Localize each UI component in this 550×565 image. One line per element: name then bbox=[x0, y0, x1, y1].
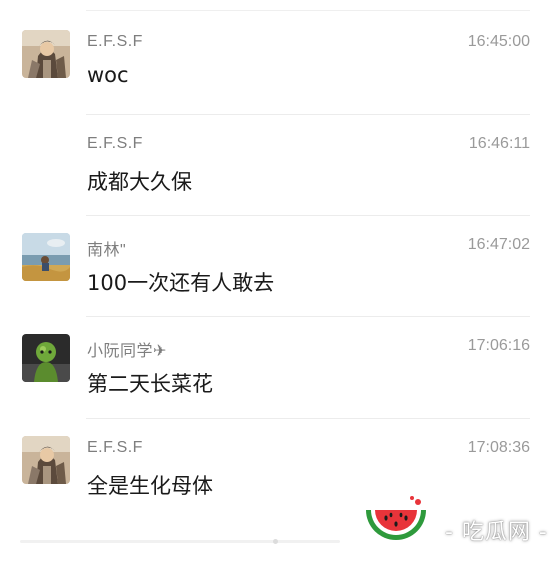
sender-name: E.F.S.F bbox=[87, 33, 143, 50]
green-figure-avatar-icon bbox=[22, 334, 70, 382]
watermark-text: - 吃瓜网 - bbox=[445, 520, 548, 545]
sender-avatar[interactable] bbox=[22, 30, 70, 78]
message-text[interactable]: 第二天长菜花 bbox=[87, 368, 213, 398]
message-text[interactable]: woc bbox=[87, 63, 129, 87]
row-divider bbox=[86, 215, 530, 216]
message-time: 16:45:00 bbox=[467, 33, 530, 50]
sender-avatar[interactable] bbox=[22, 233, 70, 281]
sender-name: 南林" bbox=[87, 242, 127, 259]
message-time: 16:46:11 bbox=[468, 135, 530, 152]
message-row[interactable]: 小阮同学✈ 17:06:16 第二天长菜花 bbox=[0, 320, 550, 422]
message-text[interactable]: 成都大久保 bbox=[87, 166, 192, 196]
message-text[interactable]: 100一次还有人敢去 bbox=[87, 267, 274, 297]
sender-name: E.F.S.F bbox=[87, 135, 143, 152]
row-divider bbox=[86, 114, 530, 115]
row-divider bbox=[86, 418, 530, 419]
bottom-divider bbox=[20, 540, 340, 543]
watermark: - 吃瓜网 - bbox=[350, 492, 550, 562]
lakeside-landscape-avatar-icon bbox=[22, 233, 70, 281]
sender-name: E.F.S.F bbox=[87, 439, 143, 456]
message-row[interactable]: 南林" 16:47:02 100一次还有人敢去 bbox=[0, 219, 550, 321]
sender-avatar[interactable] bbox=[22, 334, 70, 382]
watermelon-icon bbox=[366, 496, 426, 540]
message-text[interactable]: 全是生化母体 bbox=[87, 470, 213, 500]
anime-warrior-avatar-icon bbox=[22, 30, 70, 78]
row-divider bbox=[86, 316, 530, 317]
message-time: 17:06:16 bbox=[467, 337, 530, 354]
sender-avatar[interactable] bbox=[22, 436, 70, 484]
top-divider bbox=[86, 10, 530, 11]
message-row[interactable]: E.F.S.F 16:45:00 woc bbox=[0, 16, 550, 118]
anime-warrior-avatar-icon bbox=[22, 436, 70, 484]
message-row[interactable]: E.F.S.F 16:46:11 成都大久保 bbox=[0, 118, 550, 220]
sender-name: 小阮同学✈ bbox=[87, 343, 167, 360]
message-time: 17:08:36 bbox=[467, 439, 530, 456]
scroll-indicator bbox=[273, 539, 278, 544]
message-time: 16:47:02 bbox=[467, 236, 530, 253]
